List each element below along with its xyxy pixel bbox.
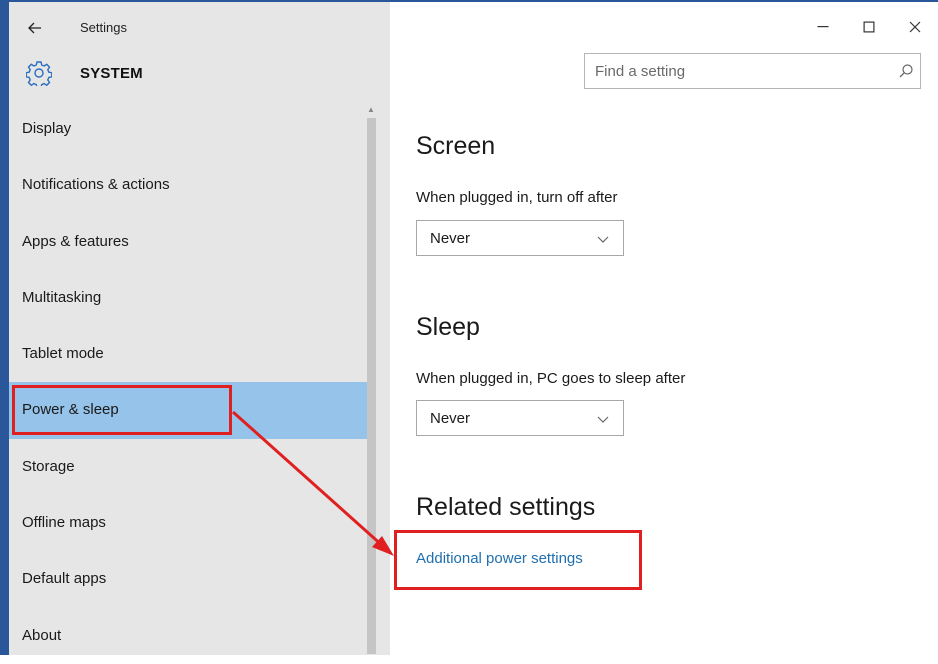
sidebar-nav: Display Notifications & actions Apps & f… [9,101,371,664]
back-arrow-icon [28,22,41,34]
sidebar-item-power-sleep[interactable]: Power & sleep [9,382,371,439]
sidebar-item-display[interactable]: Display [9,101,371,157]
search-input[interactable] [585,54,895,88]
screen-timeout-value: Never [430,230,471,247]
window-border-left [0,0,9,655]
screen-timeout-dropdown[interactable]: Never [416,220,624,256]
chevron-down-icon [597,416,609,423]
sidebar-item-offline-maps[interactable]: Offline maps [9,495,371,551]
window-title: Settings [80,20,127,35]
sleep-timeout-dropdown[interactable]: Never [416,400,624,436]
sleep-section-title: Sleep [416,313,480,341]
page-title: SYSTEM [80,65,143,82]
search-box[interactable] [584,53,921,89]
sidebar-scrollbar[interactable]: ▲ [364,104,378,654]
maximize-button[interactable] [846,10,892,44]
gear-icon [26,61,52,86]
close-button[interactable] [892,10,938,44]
search-icon[interactable] [898,63,914,79]
window-controls [800,10,938,44]
scroll-thumb[interactable] [367,118,376,654]
sidebar-item-default-apps[interactable]: Default apps [9,551,371,607]
sidebar-item-storage[interactable]: Storage [9,439,371,495]
sleep-timeout-value: Never [430,410,471,427]
related-settings-title: Related settings [416,493,596,521]
scroll-up-icon[interactable]: ▲ [364,104,378,116]
sidebar-item-notifications[interactable]: Notifications & actions [9,157,371,213]
back-button[interactable] [21,16,49,40]
sidebar-item-multitasking[interactable]: Multitasking [9,270,371,326]
sleep-timeout-label: When plugged in, PC goes to sleep after [416,370,686,387]
sidebar-item-tablet-mode[interactable]: Tablet mode [9,326,371,382]
chevron-down-icon [597,236,609,243]
link-highlight-box [394,530,642,590]
screen-timeout-label: When plugged in, turn off after [416,189,618,206]
close-icon [909,21,921,33]
minimize-button[interactable] [800,10,846,44]
title-bar: Settings [9,2,938,52]
sidebar-item-about[interactable]: About [9,608,371,664]
screen-section-title: Screen [416,132,496,160]
minimize-icon [817,26,829,28]
maximize-icon [863,21,875,33]
sidebar-item-apps[interactable]: Apps & features [9,214,371,270]
